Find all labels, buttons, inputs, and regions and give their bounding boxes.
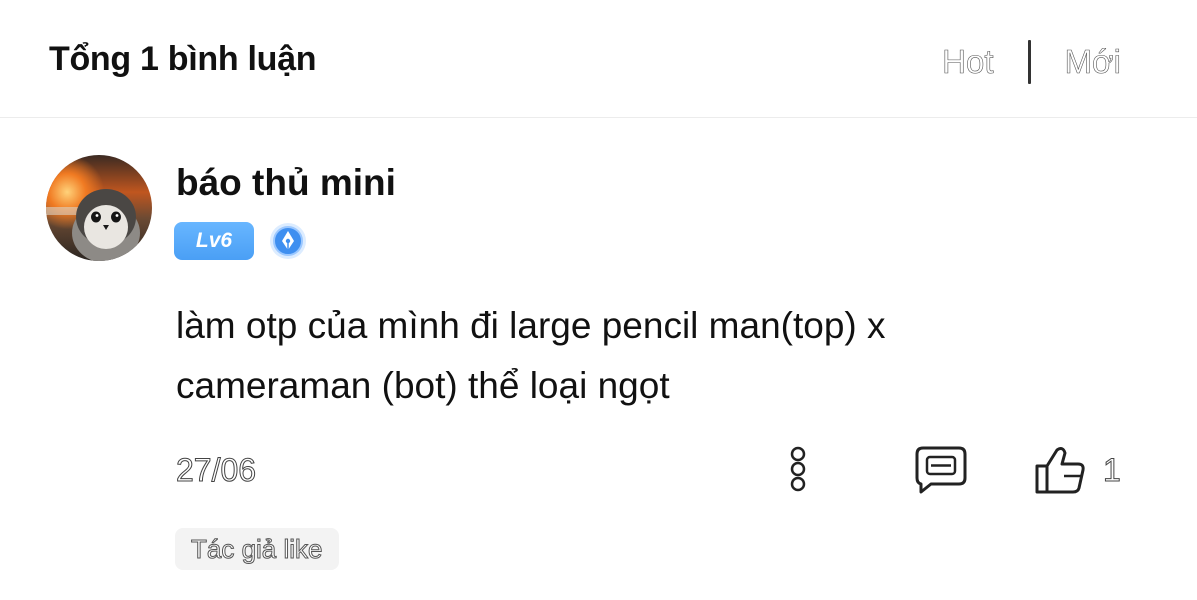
comment-username[interactable]: báo thủ mini xyxy=(176,162,396,204)
comment-body: làm otp của mình đi large pencil man(top… xyxy=(176,296,1076,416)
more-vertical-icon[interactable] xyxy=(786,446,810,492)
like-count: 1 xyxy=(1103,452,1122,489)
comment-text-line-1: làm otp của mình đi large pencil man(top… xyxy=(176,305,886,346)
reply-comment-icon[interactable] xyxy=(913,444,969,496)
penguin-avatar-image xyxy=(46,155,152,261)
sort-divider xyxy=(1027,40,1031,84)
sort-switch: Hot Mới xyxy=(942,40,1121,84)
thumbs-up-icon[interactable] xyxy=(1033,444,1087,496)
comment-total-title: Tổng 1 bình luận xyxy=(49,40,317,78)
comments-header: Tổng 1 bình luận Hot Mới xyxy=(0,0,1197,118)
comment-text-line-2: cameraman (bot) thể loại ngọt xyxy=(176,365,670,406)
comments-panel: Tổng 1 bình luận Hot Mới báo thủ mini Lv… xyxy=(0,0,1197,600)
sort-new-tab[interactable]: Mới xyxy=(1064,43,1121,81)
level-badge: Lv6 xyxy=(174,222,254,260)
sort-hot-tab[interactable]: Hot xyxy=(942,43,994,81)
author-like-tag: Tác giả like xyxy=(175,528,339,570)
user-badges: Lv6 xyxy=(174,221,308,261)
avatar[interactable] xyxy=(46,155,152,261)
pen-medal-icon xyxy=(270,223,306,259)
comment-date: 27/06 xyxy=(175,452,257,489)
